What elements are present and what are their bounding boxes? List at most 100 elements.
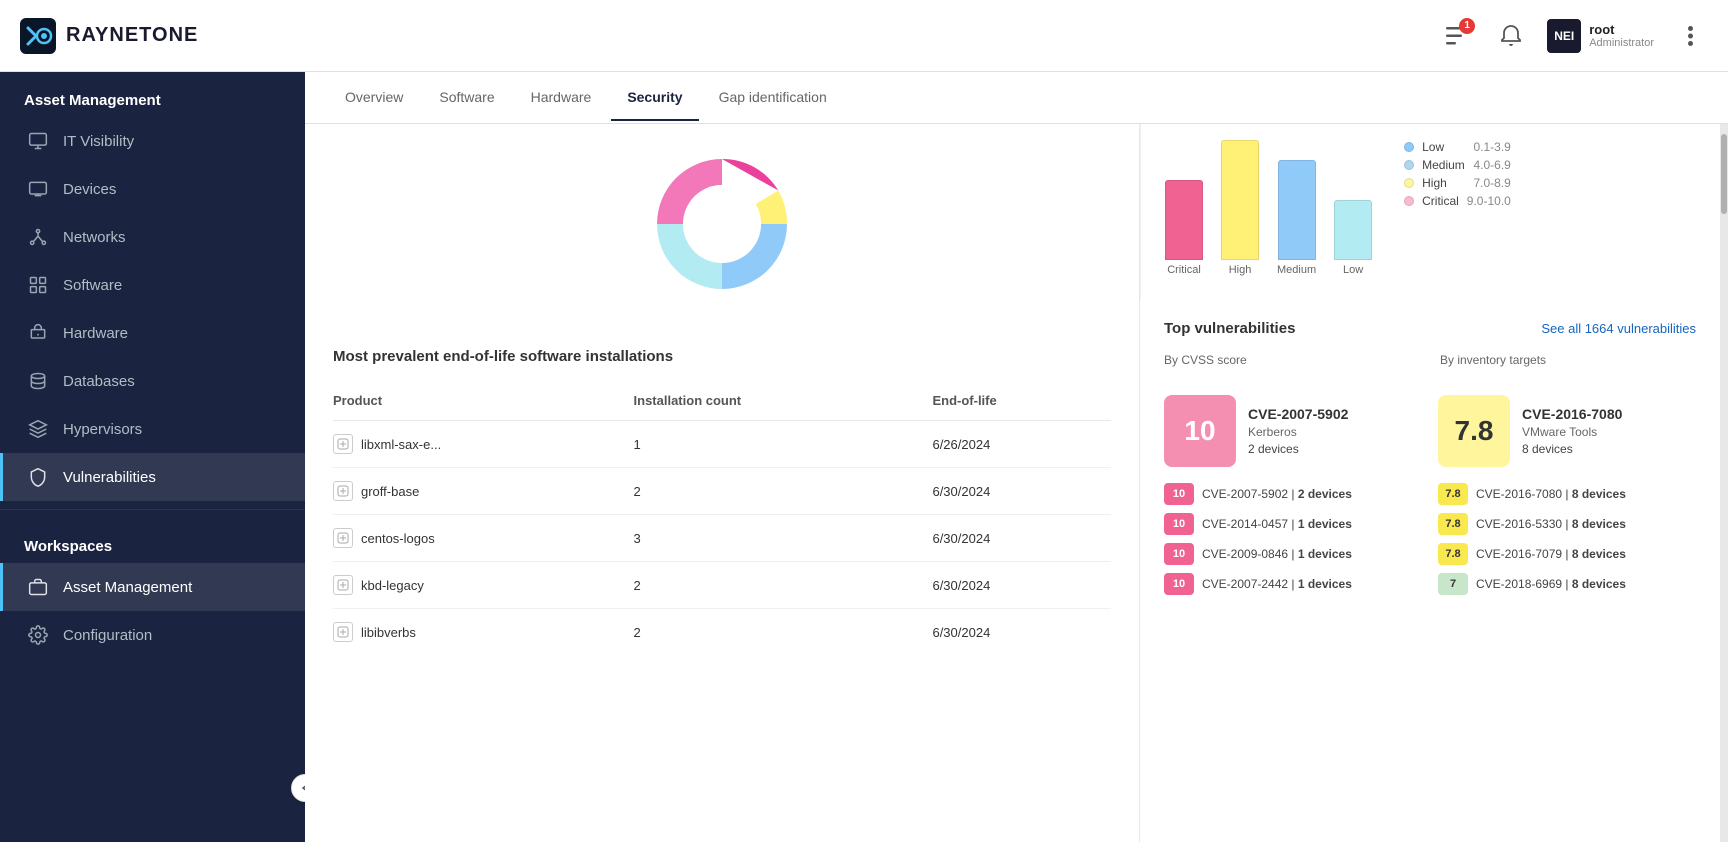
legend-label: High (1422, 176, 1447, 190)
product-icon (333, 481, 353, 501)
see-all-link[interactable]: See all 1664 vulnerabilities (1541, 321, 1696, 336)
score-pill: 7.8 (1438, 513, 1468, 535)
col-install-count: Installation count (634, 385, 933, 421)
eol-section: Most prevalent end-of-life software inst… (305, 324, 1139, 679)
install-count: 2 (634, 468, 933, 515)
avatar: NEI (1547, 19, 1581, 53)
vuln-header: Top vulnerabilities See all 1664 vulnera… (1164, 320, 1696, 337)
scrollbar[interactable] (1720, 124, 1728, 842)
table-row[interactable]: centos-logos 3 6/30/2024 (333, 515, 1111, 562)
tab-software[interactable]: Software (423, 75, 510, 121)
eol-date: 6/30/2024 (932, 515, 1111, 562)
table-row[interactable]: libxml-sax-e... 1 6/26/2024 (333, 421, 1111, 468)
vuln-row-text: CVE-2014-0457 | 1 devices (1202, 517, 1352, 531)
eol-date: 6/26/2024 (932, 421, 1111, 468)
sidebar-item-hypervisors[interactable]: Hypervisors (0, 405, 305, 453)
list-item[interactable]: 10 CVE-2009-0846 | 1 devices (1164, 543, 1422, 565)
network-icon (27, 226, 49, 248)
sidebar-collapse-button[interactable] (291, 774, 305, 802)
tab-hardware[interactable]: Hardware (515, 75, 608, 121)
sidebar-item-configuration[interactable]: Configuration (0, 611, 305, 659)
bar (1334, 200, 1372, 260)
app-header: RAYNETONE 1 NEI root Administrator (0, 0, 1728, 72)
sidebar-item-it-visibility[interactable]: IT Visibility (0, 117, 305, 165)
sidebar-item-hardware[interactable]: Hardware (0, 309, 305, 357)
workspaces-title: Workspaces (0, 518, 305, 563)
legend-label: Medium (1422, 158, 1465, 172)
tab-security[interactable]: Security (611, 75, 698, 121)
table-row[interactable]: libibverbs 2 6/30/2024 (333, 609, 1111, 656)
sidebar-item-networks[interactable]: Networks (0, 213, 305, 261)
menu-button[interactable]: 1 (1439, 18, 1475, 54)
legend-dot (1404, 178, 1414, 188)
cvss-card-info: CVE-2007-5902 Kerberos 2 devices (1248, 406, 1348, 456)
legend-range: 7.0-8.9 (1473, 176, 1510, 190)
top-inventory-card: 7.8 CVE-2016-7080 VMware Tools 8 devices (1438, 395, 1696, 467)
sidebar-label-hardware: Hardware (63, 325, 128, 342)
vuln-row-text: CVE-2016-7079 | 8 devices (1476, 547, 1626, 561)
sidebar-label-asset-management: Asset Management (63, 579, 192, 596)
ellipsis-vertical-icon (1688, 26, 1693, 46)
bar (1278, 160, 1316, 260)
col-eol: End-of-life (932, 385, 1111, 421)
more-options-button[interactable] (1672, 18, 1708, 54)
list-item[interactable]: 10 CVE-2007-5902 | 2 devices (1164, 483, 1422, 505)
list-item[interactable]: 7.8 CVE-2016-7080 | 8 devices (1438, 483, 1696, 505)
bar-col: High (1221, 140, 1259, 276)
content-panels: Most prevalent end-of-life software inst… (305, 124, 1728, 842)
briefcase-icon (27, 576, 49, 598)
table-row[interactable]: kbd-legacy 2 6/30/2024 (333, 562, 1111, 609)
sidebar-label-devices: Devices (63, 181, 116, 198)
sidebar-item-software[interactable]: Software (0, 261, 305, 309)
bar-label: Critical (1167, 264, 1201, 276)
vuln-row-text: CVE-2007-2442 | 1 devices (1202, 577, 1352, 591)
bar-chart-section: Critical High Medium Low Low 0.1-3.9 Med… (1140, 124, 1720, 300)
install-count: 3 (634, 515, 933, 562)
tab-overview[interactable]: Overview (329, 75, 419, 121)
legend-label: Low (1422, 140, 1444, 154)
table-row[interactable]: groff-base 2 6/30/2024 (333, 468, 1111, 515)
sidebar-label-vulnerabilities: Vulnerabilities (63, 469, 156, 486)
product-name: groff-base (361, 484, 419, 499)
sidebar-item-databases[interactable]: Databases (0, 357, 305, 405)
legend-item: Medium 4.0-6.9 (1404, 158, 1511, 172)
tab-gap-identification[interactable]: Gap identification (703, 75, 843, 121)
right-panel: Critical High Medium Low Low 0.1-3.9 Med… (1140, 124, 1720, 842)
bar (1221, 140, 1259, 260)
sidebar-label-databases: Databases (63, 373, 135, 390)
vuln-column-labels: By CVSS score By inventory targets (1164, 353, 1696, 379)
vuln-row-text: CVE-2016-7080 | 8 devices (1476, 487, 1626, 501)
legend-range: 0.1-3.9 (1473, 140, 1510, 154)
logo-text: RAYNETONE (66, 24, 198, 47)
list-item[interactable]: 7.8 CVE-2016-5330 | 8 devices (1438, 513, 1696, 535)
list-item[interactable]: 10 CVE-2007-2442 | 1 devices (1164, 573, 1422, 595)
list-item[interactable]: 7.8 CVE-2016-7079 | 8 devices (1438, 543, 1696, 565)
sidebar-item-devices[interactable]: Devices (0, 165, 305, 213)
by-inventory-label: By inventory targets (1440, 353, 1696, 367)
inventory-card-info: CVE-2016-7080 VMware Tools 8 devices (1522, 406, 1622, 456)
bar-label: Medium (1277, 264, 1316, 276)
vuln-list: 10 CVE-2007-5902 | 2 devices 10 CVE-2014… (1164, 483, 1696, 595)
chevron-left-icon (300, 783, 305, 793)
notification-button[interactable] (1493, 18, 1529, 54)
bar-label: Low (1343, 264, 1363, 276)
sidebar-label-it-visibility: IT Visibility (63, 133, 134, 150)
bar-col: Low (1334, 200, 1372, 276)
logo-icon (20, 18, 56, 54)
list-item[interactable]: 7 CVE-2018-6969 | 8 devices (1438, 573, 1696, 595)
sidebar-item-asset-management[interactable]: Asset Management (0, 563, 305, 611)
list-item[interactable]: 10 CVE-2014-0457 | 1 devices (1164, 513, 1422, 535)
eol-table: Product Installation count End-of-life l… (333, 385, 1111, 655)
user-menu[interactable]: NEI root Administrator (1547, 19, 1654, 53)
product-name: libxml-sax-e... (361, 437, 441, 452)
sidebar-label-software: Software (63, 277, 122, 294)
inventory-score-badge: 7.8 (1438, 395, 1510, 467)
sidebar-label-configuration: Configuration (63, 627, 152, 644)
vuln-row-text: CVE-2018-6969 | 8 devices (1476, 577, 1626, 591)
legend-item: High 7.0-8.9 (1404, 176, 1511, 190)
score-pill: 7 (1438, 573, 1468, 595)
vuln-row-text: CVE-2016-5330 | 8 devices (1476, 517, 1626, 531)
bar-chart: Critical High Medium Low (1165, 140, 1372, 284)
desktop-icon (27, 178, 49, 200)
sidebar-item-vulnerabilities[interactable]: Vulnerabilities (0, 453, 305, 501)
